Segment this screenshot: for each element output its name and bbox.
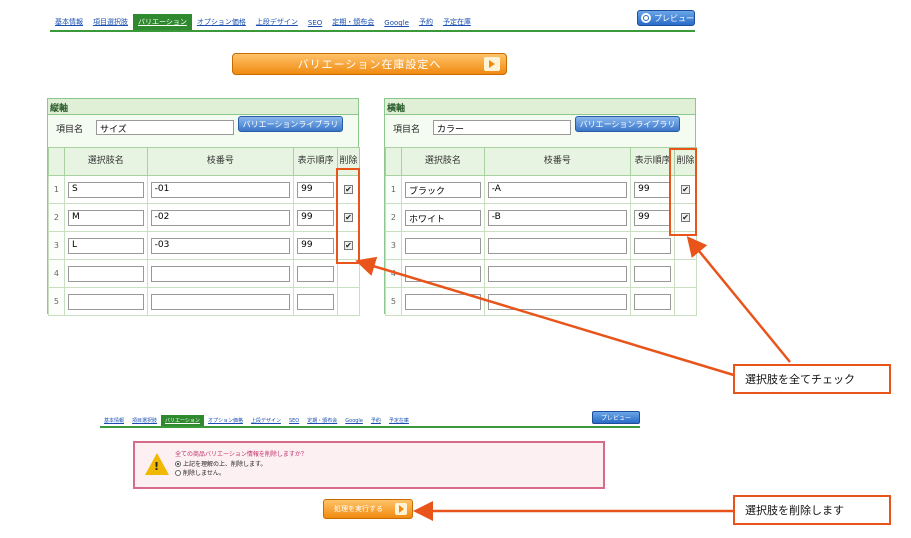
tab-7[interactable]: Google xyxy=(341,418,367,426)
confirm-question: 全ての商品バリエーション情報を削除しますか？ xyxy=(175,451,307,458)
delete-confirm-box: ! 全ての商品バリエーション情報を削除しますか？ 上記を理解の上、削除します。 … xyxy=(133,441,605,489)
execute-label: 処理を実行する xyxy=(334,505,383,513)
tab-3[interactable]: オプション価格 xyxy=(204,417,247,426)
tab-6[interactable]: 定期・頒布会 xyxy=(303,417,341,426)
option-yes-label: 上記を理解の上、削除します。 xyxy=(183,461,267,468)
callout-check-all: 選択肢を全てチェック xyxy=(733,364,891,394)
tab-0[interactable]: 基本情報 xyxy=(100,417,128,426)
execute-button[interactable]: 処理を実行する xyxy=(323,499,413,519)
warning-icon: ! xyxy=(145,453,169,475)
tab-5[interactable]: SEO xyxy=(285,418,303,426)
option-no[interactable]: 削除しません。 xyxy=(175,468,225,477)
tab-2[interactable]: バリエーション xyxy=(161,415,204,426)
tab-1[interactable]: 項目選択肢 xyxy=(128,417,161,426)
tab-8[interactable]: 予約 xyxy=(367,417,385,426)
option-yes[interactable]: 上記を理解の上、削除します。 xyxy=(175,459,266,468)
arrow-to-horizontal-delete xyxy=(686,236,791,363)
radio-yes[interactable] xyxy=(175,460,181,467)
tab-9[interactable]: 予定在庫 xyxy=(385,417,413,426)
callout-delete: 選択肢を削除します xyxy=(733,495,891,525)
tab-4[interactable]: 上段デザイン xyxy=(247,417,285,426)
radio-no[interactable] xyxy=(175,469,181,476)
arrow-to-vertical-delete xyxy=(355,256,738,378)
mini-preview-button[interactable]: プレビュー xyxy=(592,411,640,424)
mini-tab-bar: 基本情報 項目選択肢 バリエーション オプション価格 上段デザイン SEO 定期・頒布会 Go… xyxy=(100,411,640,428)
option-no-label: 削除しません。 xyxy=(183,470,225,477)
arrow-right-icon xyxy=(395,503,407,515)
